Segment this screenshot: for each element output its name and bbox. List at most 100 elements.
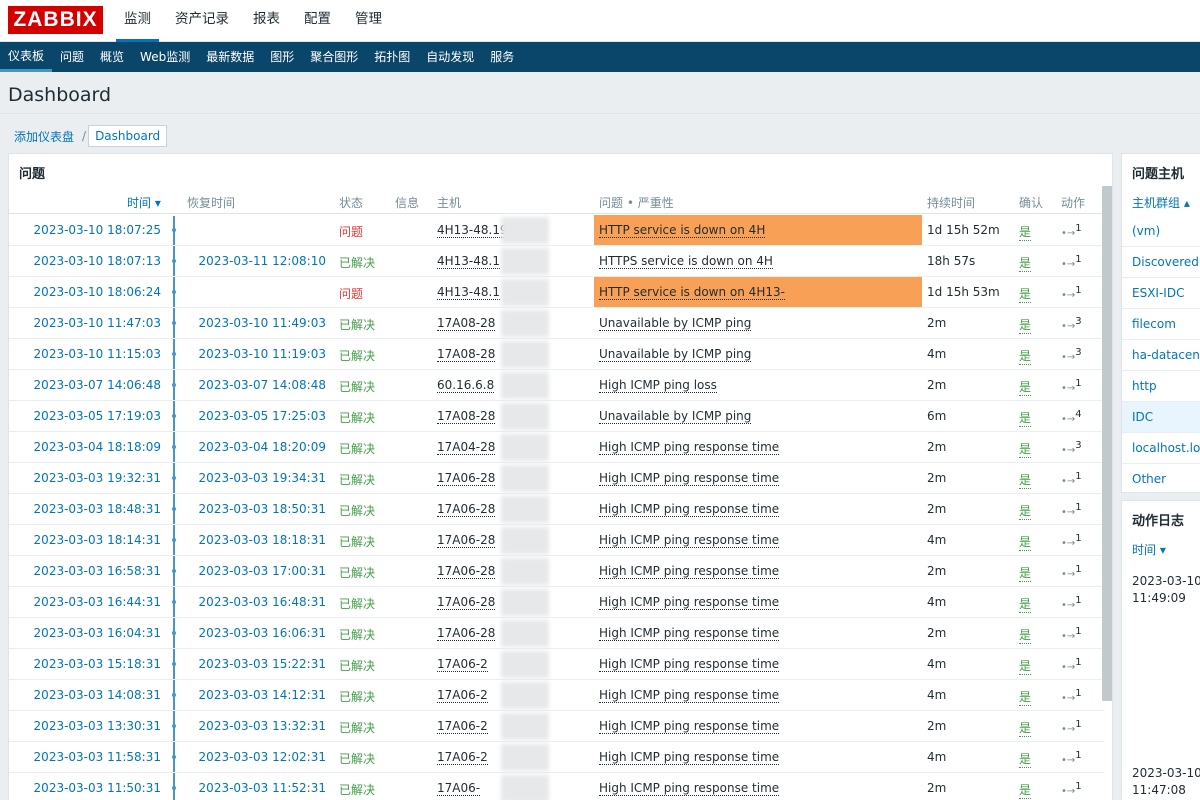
recovery-time-link[interactable]: 2023-03-03 18:18:31 — [181, 533, 326, 547]
recovery-time-link[interactable]: 2023-03-03 12:02:31 — [181, 750, 326, 764]
host-group-item[interactable]: ESXI-IDC — [1122, 278, 1200, 309]
host-link[interactable]: 17A06-28 — [437, 626, 496, 641]
host-link[interactable]: 4H13-48.1 — [437, 285, 500, 300]
ack-link[interactable]: 是 — [1019, 347, 1032, 365]
problem-link[interactable]: High ICMP ping response time — [599, 688, 780, 703]
host-link[interactable]: 17A06-28 — [437, 533, 496, 548]
host-group-item[interactable]: http — [1122, 371, 1200, 402]
host-link[interactable]: 17A06- — [437, 781, 481, 796]
recovery-time-link[interactable]: 2023-03-03 18:50:31 — [181, 502, 326, 516]
problems-scrollbar[interactable] — [1102, 186, 1112, 701]
actions-link[interactable]: •→1 — [1061, 688, 1082, 704]
top-menu-administration[interactable]: 管理 — [347, 0, 390, 42]
event-time-link[interactable]: 2023-03-03 16:58:31 — [11, 564, 161, 578]
actions-link[interactable]: •→1 — [1061, 254, 1082, 270]
actions-link[interactable]: •→1 — [1061, 502, 1082, 518]
col-host[interactable]: 主机 — [437, 194, 461, 211]
host-link[interactable]: 17A06-28 — [437, 595, 496, 610]
recovery-time-link[interactable]: 2023-03-10 11:19:03 — [181, 347, 326, 361]
recovery-time-link[interactable]: 2023-03-10 11:49:03 — [181, 316, 326, 330]
add-dashboard-link[interactable]: 添加仪表盘 — [8, 128, 80, 145]
sub-menu-web[interactable]: Web监测 — [132, 42, 198, 72]
col-problem-severity[interactable]: 问题 • 严重性 — [599, 194, 674, 211]
host-group-item[interactable]: IDC — [1122, 402, 1200, 433]
ack-link[interactable]: 是 — [1019, 781, 1032, 799]
ack-link[interactable]: 是 — [1019, 533, 1032, 551]
ack-link[interactable]: 是 — [1019, 502, 1032, 520]
event-time-link[interactable]: 2023-03-03 18:48:31 — [11, 502, 161, 516]
host-group-item[interactable]: ha-datacente — [1122, 340, 1200, 371]
sub-menu-dashboard[interactable]: 仪表板 — [0, 42, 53, 72]
host-group-item[interactable]: filecom — [1122, 309, 1200, 340]
sub-menu-overview[interactable]: 概览 — [92, 42, 132, 72]
top-menu-inventory[interactable]: 资产记录 — [167, 0, 237, 42]
top-menu-monitoring[interactable]: 监测 — [116, 0, 159, 42]
event-time-link[interactable]: 2023-03-10 18:07:13 — [11, 254, 161, 268]
host-link[interactable]: 17A06-2 — [437, 750, 488, 765]
event-time-link[interactable]: 2023-03-04 18:18:09 — [11, 440, 161, 454]
recovery-time-link[interactable]: 2023-03-03 14:12:31 — [181, 688, 326, 702]
host-link[interactable]: 17A08-28 — [437, 316, 496, 331]
host-link[interactable]: 17A04-28 — [437, 440, 496, 455]
problem-link[interactable]: High ICMP ping response time — [599, 502, 780, 517]
event-time-link[interactable]: 2023-03-03 15:18:31 — [11, 657, 161, 671]
recovery-time-link[interactable]: 2023-03-11 12:08:10 — [181, 254, 326, 268]
actions-link[interactable]: •→1 — [1061, 471, 1082, 487]
ack-link[interactable]: 是 — [1019, 285, 1032, 303]
ack-link[interactable]: 是 — [1019, 750, 1032, 768]
top-menu-configuration[interactable]: 配置 — [296, 0, 339, 42]
col-time[interactable]: 时间 ▾ — [127, 194, 161, 211]
ack-link[interactable]: 是 — [1019, 378, 1032, 396]
event-time-link[interactable]: 2023-03-03 16:04:31 — [11, 626, 161, 640]
recovery-time-link[interactable]: 2023-03-03 13:32:31 — [181, 719, 326, 733]
actions-link[interactable]: •→1 — [1061, 564, 1082, 580]
actions-link[interactable]: •→4 — [1061, 409, 1082, 425]
actions-link[interactable]: •→1 — [1061, 285, 1082, 301]
event-time-link[interactable]: 2023-03-03 14:08:31 — [11, 688, 161, 702]
sub-menu-discovery[interactable]: 自动发现 — [418, 42, 482, 72]
actions-link[interactable]: •→1 — [1061, 378, 1082, 394]
host-link[interactable]: 17A06-2 — [437, 657, 488, 672]
problem-link[interactable]: Unavailable by ICMP ping — [599, 347, 752, 362]
problem-link[interactable]: HTTP service is down on 4H — [599, 223, 766, 238]
problem-link[interactable]: High ICMP ping response time — [599, 781, 780, 796]
host-link[interactable]: 17A06-28 — [437, 564, 496, 579]
host-link[interactable]: 17A06-2 — [437, 719, 488, 734]
event-time-link[interactable]: 2023-03-03 18:14:31 — [11, 533, 161, 547]
ack-link[interactable]: 是 — [1019, 254, 1032, 272]
problem-link[interactable]: High ICMP ping response time — [599, 533, 780, 548]
event-time-link[interactable]: 2023-03-05 17:19:03 — [11, 409, 161, 423]
ack-link[interactable]: 是 — [1019, 409, 1032, 427]
ack-link[interactable]: 是 — [1019, 688, 1032, 706]
event-time-link[interactable]: 2023-03-03 13:30:31 — [11, 719, 161, 733]
host-link[interactable]: 4H13-48.1 — [437, 254, 500, 269]
ack-link[interactable]: 是 — [1019, 471, 1032, 489]
host-link[interactable]: 17A06-28 — [437, 471, 496, 486]
ack-link[interactable]: 是 — [1019, 719, 1032, 737]
actions-link[interactable]: •→1 — [1061, 719, 1082, 735]
col-log-time[interactable]: 时间 ▾ — [1132, 541, 1166, 558]
top-menu-reports[interactable]: 报表 — [245, 0, 288, 42]
sub-menu-latest-data[interactable]: 最新数据 — [198, 42, 262, 72]
problem-link[interactable]: HTTP service is down on 4H13- — [599, 285, 785, 300]
host-group-item[interactable]: (vm) — [1122, 216, 1200, 247]
actions-link[interactable]: •→1 — [1061, 533, 1082, 549]
host-link[interactable]: 60.16.6.8 — [437, 378, 495, 393]
ack-link[interactable]: 是 — [1019, 223, 1032, 241]
ack-link[interactable]: 是 — [1019, 440, 1032, 458]
host-group-item[interactable]: Other — [1122, 464, 1200, 492]
actions-link[interactable]: •→1 — [1061, 626, 1082, 642]
problem-link[interactable]: High ICMP ping response time — [599, 719, 780, 734]
event-time-link[interactable]: 2023-03-10 11:15:03 — [11, 347, 161, 361]
sub-menu-problems[interactable]: 问题 — [52, 42, 92, 72]
problem-link[interactable]: High ICMP ping response time — [599, 595, 780, 610]
recovery-time-link[interactable]: 2023-03-07 14:08:48 — [181, 378, 326, 392]
host-link[interactable]: 17A08-28 — [437, 409, 496, 424]
problem-link[interactable]: High ICMP ping response time — [599, 471, 780, 486]
host-link[interactable]: 17A08-28 — [437, 347, 496, 362]
ack-link[interactable]: 是 — [1019, 657, 1032, 675]
ack-link[interactable]: 是 — [1019, 595, 1032, 613]
problem-link[interactable]: High ICMP ping loss — [599, 378, 717, 393]
event-time-link[interactable]: 2023-03-03 16:44:31 — [11, 595, 161, 609]
event-time-link[interactable]: 2023-03-03 11:50:31 — [11, 781, 161, 795]
